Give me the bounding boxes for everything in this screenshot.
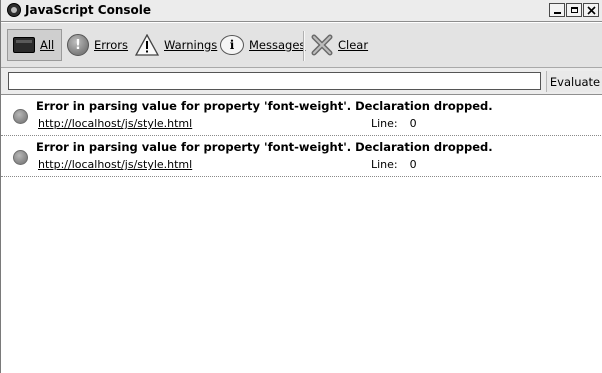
errors-filter-label: Errors [94,38,129,52]
list-item[interactable]: Error in parsing value for property 'fon… [1,136,602,177]
error-icon [13,109,28,124]
warnings-filter-label: Warnings [164,38,218,52]
error-icon: ! [67,34,89,56]
clear-x-icon [311,34,333,56]
toolbar: All ! Errors Warnings i Messages Clear [1,23,602,68]
window-controls [549,3,599,17]
javascript-console-window: JavaScript Console All ! Errors Warnings… [0,0,602,373]
messages-filter-label: Messages [249,38,306,52]
toolbar-separator [303,31,305,61]
title-bar: JavaScript Console [1,0,602,22]
line-info: Line: 0 [371,117,417,130]
errors-filter-button[interactable]: ! Errors [67,29,128,61]
line-label: Line: [371,117,398,130]
source-link[interactable]: http://localhost/js/style.html [38,158,192,171]
line-info: Line: 0 [371,158,417,171]
evaluate-input[interactable] [8,72,541,90]
window-title: JavaScript Console [25,3,152,17]
list-item[interactable]: Error in parsing value for property 'fon… [1,95,602,136]
error-message-text: Error in parsing value for property 'fon… [36,140,493,154]
messages-filter-button[interactable]: i Messages [220,29,305,61]
minimize-button[interactable] [549,3,565,17]
warnings-filter-button[interactable]: Warnings [134,29,218,61]
evaluate-button[interactable]: Evaluate [546,71,602,92]
line-number: 0 [409,158,417,171]
message-list[interactable]: Error in parsing value for property 'fon… [1,95,602,373]
clear-button[interactable]: Clear [311,29,368,61]
maximize-button[interactable] [566,3,582,17]
all-filter-button[interactable]: All [7,29,62,61]
line-number: 0 [409,117,417,130]
close-button[interactable] [583,3,599,17]
warning-triangle-icon [134,33,160,56]
console-monitor-icon [13,37,35,53]
firefox-logo-icon [7,3,21,17]
close-icon [586,5,596,15]
source-link[interactable]: http://localhost/js/style.html [38,117,192,130]
error-icon [13,150,28,165]
all-filter-label: All [40,38,55,52]
line-label: Line: [371,158,398,171]
error-message-text: Error in parsing value for property 'fon… [36,99,493,113]
info-icon: i [220,35,244,55]
evaluate-bar: Evaluate [1,68,602,95]
clear-label: Clear [338,38,369,52]
